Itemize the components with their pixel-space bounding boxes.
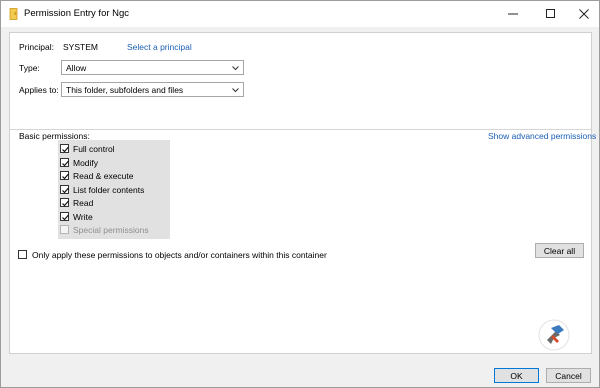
permission-full-control[interactable]: Full control — [60, 143, 168, 156]
permission-label: Modify — [73, 157, 99, 168]
site-logo — [538, 319, 570, 351]
select-principal-link[interactable]: Select a principal — [127, 42, 192, 52]
checkmark-icon — [62, 146, 69, 153]
permission-write[interactable]: Write — [60, 211, 168, 224]
principal-label: Principal: — [19, 42, 54, 52]
content-panel: Principal: SYSTEM Select a principal Typ… — [9, 32, 596, 354]
principal-value: SYSTEM — [63, 42, 98, 52]
close-icon — [579, 9, 589, 19]
permission-read-execute[interactable]: Read & execute — [60, 170, 168, 183]
permission-list-folder-contents[interactable]: List folder contents — [60, 184, 168, 197]
permission-modify[interactable]: Modify — [60, 157, 168, 170]
permission-label: Write — [73, 211, 93, 222]
minimize-button[interactable] — [496, 1, 530, 27]
permission-label: Read — [73, 198, 94, 208]
permission-label: Special permissions — [73, 225, 149, 235]
section-divider — [10, 129, 591, 130]
checkmark-icon — [62, 160, 69, 166]
permission-special-permissions: Special permissions — [60, 224, 168, 237]
permission-read[interactable]: Read — [60, 197, 168, 210]
checkbox-checked[interactable] — [60, 144, 69, 153]
checkbox-checked[interactable] — [60, 171, 69, 180]
applies-to-select-value: This folder, subfolders and files — [66, 85, 184, 95]
permission-entry-window: Permission Entry for Ngc Principal: SYST… — [0, 0, 600, 388]
type-select-value: Allow — [66, 63, 87, 73]
window-title: Permission Entry for Ngc — [24, 8, 130, 19]
checkbox-checked[interactable] — [60, 157, 69, 167]
checkmark-icon — [62, 214, 69, 220]
maximize-button[interactable] — [534, 1, 568, 27]
only-apply-label: Only apply these permissions to objects … — [32, 250, 327, 260]
checkmark-icon — [62, 200, 69, 207]
applies-to-select[interactable]: This folder, subfolders and files — [61, 82, 244, 97]
show-advanced-permissions-link[interactable]: Show advanced permissions — [488, 131, 596, 141]
permission-label: Read & execute — [73, 171, 134, 181]
hammer-logo-icon — [538, 319, 570, 351]
chevron-down-icon — [232, 66, 239, 71]
checkmark-icon — [62, 187, 69, 193]
type-select[interactable]: Allow — [61, 60, 244, 75]
permission-label: Full control — [73, 144, 115, 154]
only-apply-option[interactable]: Only apply these permissions to objects … — [18, 250, 538, 262]
permissions-list: Full control Modify Read & execute List … — [58, 140, 170, 239]
maximize-icon — [546, 9, 555, 18]
type-label: Type: — [19, 63, 40, 73]
applies-to-label: Applies to: — [19, 85, 59, 95]
title-bar[interactable]: Permission Entry for Ngc — [1, 1, 599, 27]
folder-icon — [9, 8, 19, 20]
close-window-button[interactable] — [567, 1, 600, 27]
chevron-down-icon — [232, 88, 239, 93]
clear-all-button[interactable]: Clear all — [535, 243, 584, 258]
ok-button[interactable]: OK — [494, 368, 539, 383]
checkbox-checked[interactable] — [60, 184, 69, 194]
cancel-button[interactable]: Cancel — [546, 368, 591, 383]
checkbox-disabled — [60, 225, 69, 234]
only-apply-checkbox[interactable] — [18, 250, 27, 259]
checkmark-icon — [62, 173, 69, 180]
checkbox-checked[interactable] — [60, 198, 69, 207]
permission-label: List folder contents — [73, 184, 145, 195]
checkbox-checked[interactable] — [60, 211, 69, 221]
minimize-icon — [508, 13, 518, 15]
